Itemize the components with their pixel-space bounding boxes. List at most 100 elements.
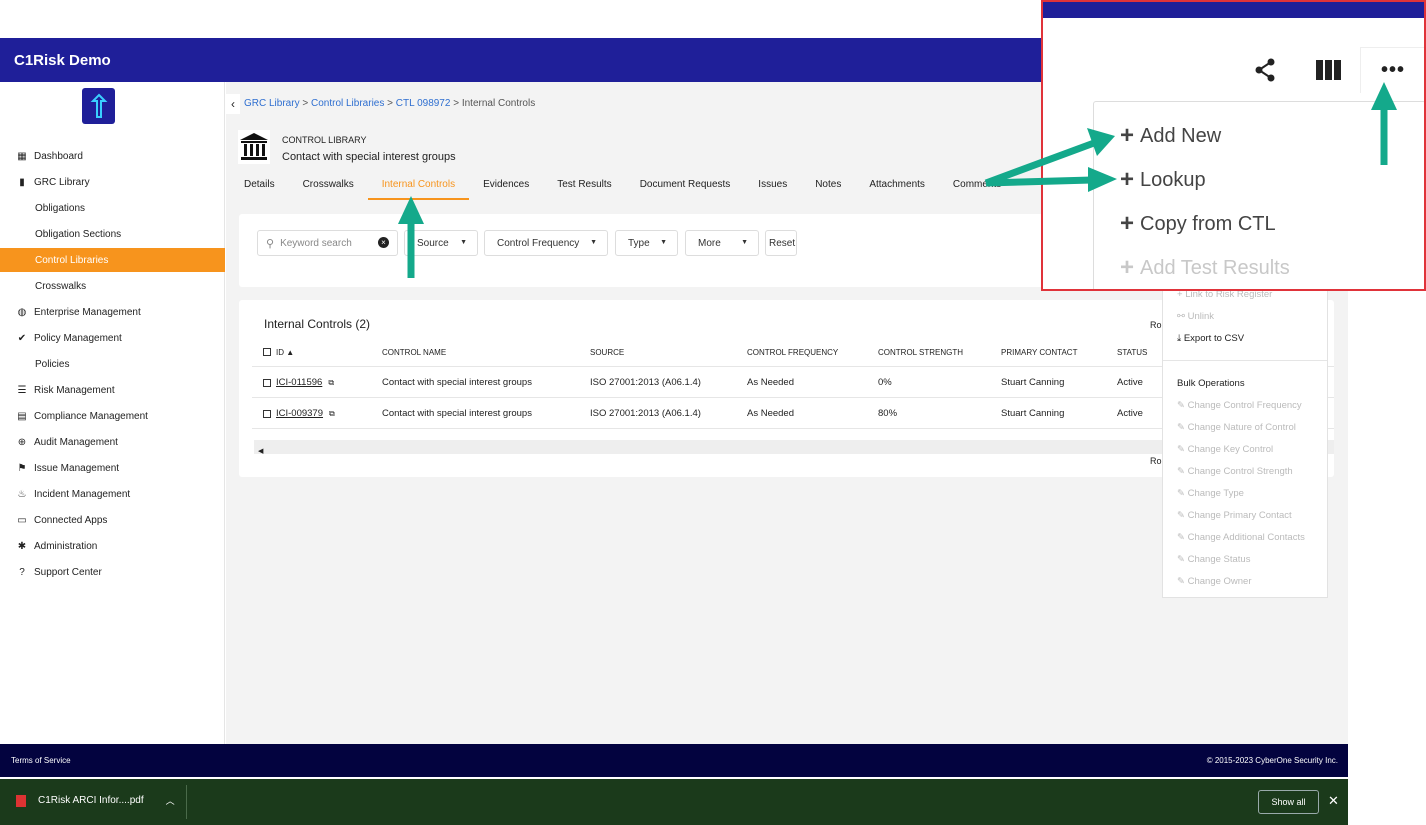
- breadcrumb-link[interactable]: Control Libraries: [311, 98, 384, 109]
- column-header-source[interactable]: SOURCE: [590, 348, 624, 357]
- copyright: © 2015-2023 CyberOne Security Inc.: [1206, 756, 1338, 765]
- lookup-item[interactable]: + Lookup: [1120, 166, 1206, 194]
- edit-icon: ✎: [1177, 400, 1188, 411]
- list-icon: ☰: [17, 384, 27, 396]
- breadcrumb-link[interactable]: CTL 098972: [396, 98, 451, 109]
- source-filter-dropdown[interactable]: Source ▼: [404, 230, 478, 256]
- sidebar-item[interactable]: Obligations: [0, 196, 225, 220]
- cell-source: ISO 27001:2013 (A06.1.4): [590, 408, 701, 419]
- sidebar-item[interactable]: ▭ Connected Apps: [0, 508, 225, 532]
- sidebar-item-label: Obligation Sections: [35, 228, 122, 240]
- bulk-operation-item: ✎ Change Status: [1177, 554, 1251, 565]
- row-checkbox[interactable]: [263, 410, 271, 418]
- sidebar-item[interactable]: ✱ Administration: [0, 534, 225, 558]
- column-header-status[interactable]: STATUS: [1117, 348, 1147, 357]
- external-link-icon[interactable]: ⧉: [329, 409, 335, 418]
- sidebar-item-label: Audit Management: [34, 436, 118, 448]
- tab-document-requests[interactable]: Document Requests: [626, 176, 745, 200]
- sidebar-item[interactable]: ▤ Compliance Management: [0, 404, 225, 428]
- share-icon[interactable]: [1254, 58, 1276, 87]
- type-filter-dropdown[interactable]: Type ▼: [615, 230, 678, 256]
- select-all-checkbox[interactable]: [263, 348, 271, 356]
- column-header-frequency[interactable]: CONTROL FREQUENCY: [747, 348, 838, 357]
- show-all-button[interactable]: Show all: [1258, 790, 1319, 814]
- zoom-header-strip: [1043, 2, 1424, 18]
- plus-icon: +: [1120, 210, 1135, 237]
- breadcrumb-link[interactable]: GRC Library: [244, 98, 300, 109]
- row-checkbox[interactable]: [263, 379, 271, 387]
- search-input[interactable]: ⚲ Keyword search ×: [257, 230, 398, 256]
- close-icon[interactable]: ✕: [1328, 793, 1339, 809]
- sidebar-item[interactable]: Control Libraries: [0, 248, 225, 272]
- column-header-id[interactable]: ID ▲: [276, 348, 294, 357]
- fire-icon: ♨: [17, 488, 27, 500]
- sidebar-item-label: Issue Management: [34, 462, 120, 474]
- globe-icon: ◍: [17, 306, 27, 318]
- sidebar-item[interactable]: Obligation Sections: [0, 222, 225, 246]
- tab-internal-controls[interactable]: Internal Controls: [367, 176, 470, 200]
- tab-attachments[interactable]: Attachments: [855, 176, 939, 200]
- ellipsis-icon: •••: [1380, 59, 1405, 81]
- chevron-up-icon[interactable]: ︿: [166, 794, 175, 807]
- sidebar-item-label: Policies: [35, 358, 70, 370]
- cell-name: Contact with special interest groups: [382, 377, 532, 388]
- tab-comments[interactable]: Comments: [939, 176, 1015, 200]
- external-link-icon[interactable]: ⧉: [328, 378, 334, 387]
- flag-icon: ⚑: [17, 462, 27, 474]
- more-filters-dropdown[interactable]: More ▼: [685, 230, 759, 256]
- cell-frequency: As Needed: [747, 377, 795, 388]
- sidebar-item[interactable]: Crosswalks: [0, 274, 225, 298]
- cell-id[interactable]: ICI-011596 ⧉: [276, 377, 334, 388]
- bulk-operation-item: ✎ Change Type: [1177, 488, 1244, 499]
- caret-down-icon: ▼: [741, 239, 748, 246]
- sidebar-item[interactable]: ? Support Center: [0, 560, 225, 584]
- sidebar-item[interactable]: ☰ Risk Management: [0, 378, 225, 402]
- sidebar-item[interactable]: Policies: [0, 352, 225, 376]
- reset-button[interactable]: Reset: [765, 230, 797, 256]
- cell-contact: Stuart Canning: [1001, 377, 1065, 388]
- sidebar-item[interactable]: ♨ Incident Management: [0, 482, 225, 506]
- frequency-filter-dropdown[interactable]: Control Frequency ▼: [484, 230, 608, 256]
- sidebar-item-label: Crosswalks: [35, 280, 87, 292]
- plus-icon: +: [1120, 254, 1135, 281]
- collapse-sidebar-button[interactable]: ‹: [226, 94, 240, 114]
- sidebar-item-label: Obligations: [35, 202, 86, 214]
- column-header-name[interactable]: CONTROL NAME: [382, 348, 446, 357]
- column-header-contact[interactable]: PRIMARY CONTACT: [1001, 348, 1077, 357]
- sidebar-item[interactable]: ✔ Policy Management: [0, 326, 225, 350]
- sidebar-item[interactable]: ▦ Dashboard: [0, 144, 225, 168]
- tab-bar: Details Crosswalks Internal Controls Eviden…: [230, 176, 1015, 200]
- edit-icon: ✎: [1177, 554, 1188, 565]
- app-logo[interactable]: [82, 88, 115, 124]
- tab-evidences[interactable]: Evidences: [469, 176, 543, 200]
- sidebar-item[interactable]: ⊕ Audit Management: [0, 430, 225, 454]
- add-new-item[interactable]: + Add New: [1120, 122, 1221, 150]
- sidebar-item[interactable]: ⚑ Issue Management: [0, 456, 225, 480]
- bulk-operation-item: ✎ Change Key Control: [1177, 444, 1274, 455]
- sidebar-item-label: Enterprise Management: [34, 306, 141, 318]
- edit-icon: ✎: [1177, 422, 1188, 433]
- sidebar-item-label: Incident Management: [34, 488, 131, 500]
- column-header-strength[interactable]: CONTROL STRENGTH: [878, 348, 963, 357]
- export-csv-item[interactable]: ⤓ Export to CSV: [1177, 333, 1244, 344]
- clear-search-icon[interactable]: ×: [378, 237, 389, 248]
- download-item[interactable]: C1Risk ARCI Infor....pdf ︿: [16, 794, 175, 807]
- terms-link[interactable]: Terms of Service: [11, 756, 71, 765]
- tab-crosswalks[interactable]: Crosswalks: [289, 176, 368, 200]
- copy-from-ctl-item[interactable]: + Copy from CTL: [1120, 210, 1276, 238]
- more-actions-button[interactable]: •••: [1360, 47, 1424, 93]
- tab-test-results[interactable]: Test Results: [543, 176, 625, 200]
- cell-id[interactable]: ICI-009379 ⧉: [276, 408, 335, 419]
- edit-icon: ✎: [1177, 576, 1188, 587]
- unlink-item: ⚯ Unlink: [1177, 311, 1215, 322]
- sort-asc-icon: ▲: [286, 348, 295, 357]
- sidebar-item[interactable]: ◍ Enterprise Management: [0, 300, 225, 324]
- tab-issues[interactable]: Issues: [744, 176, 801, 200]
- sidebar-item[interactable]: ▮ GRC Library: [0, 170, 225, 194]
- columns-icon[interactable]: [1316, 60, 1341, 85]
- edit-icon: ✎: [1177, 510, 1188, 521]
- pdf-file-icon: [16, 794, 26, 807]
- tab-notes[interactable]: Notes: [801, 176, 855, 200]
- tab-details[interactable]: Details: [230, 176, 289, 200]
- scroll-left-icon[interactable]: ◀: [258, 448, 263, 455]
